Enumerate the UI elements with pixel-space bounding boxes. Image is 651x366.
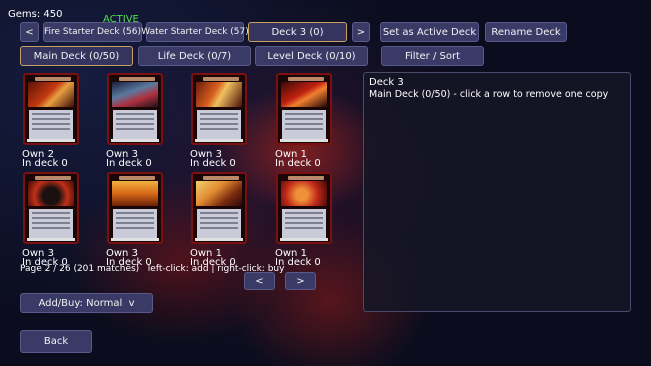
card-name-bar: [203, 176, 239, 180]
card-text-box: [282, 110, 326, 140]
card-art: [28, 82, 74, 107]
card-footer: [111, 238, 159, 241]
card-art: [196, 181, 242, 206]
deck-prev-button[interactable]: <: [20, 22, 39, 42]
card-slot-4[interactable]: [276, 73, 332, 145]
card-footer: [195, 238, 243, 241]
card-slot-1[interactable]: [23, 73, 79, 145]
card-in-deck-count: In deck 0: [275, 158, 321, 169]
card-footer: [27, 238, 75, 241]
gems-counter: Gems: 450: [8, 9, 63, 20]
card-art: [112, 82, 158, 107]
card-footer: [280, 238, 328, 241]
card-name-bar: [203, 77, 239, 81]
card-footer: [195, 139, 243, 142]
deck-next-button[interactable]: >: [352, 22, 370, 42]
card-name-bar: [288, 176, 324, 180]
deck-tab-water-starter[interactable]: Water Starter Deck (57): [141, 22, 249, 42]
back-button[interactable]: Back: [20, 330, 92, 353]
card-footer: [280, 139, 328, 142]
card-text-box: [282, 209, 326, 239]
set-active-deck-button[interactable]: Set as Active Deck: [380, 22, 479, 42]
deck-contents-panel[interactable]: Deck 3 Main Deck (0/50) - click a row to…: [363, 72, 631, 312]
card-text-box: [113, 110, 157, 140]
card-slot-5[interactable]: [23, 172, 79, 244]
card-name-bar: [35, 176, 71, 180]
card-name-bar: [119, 176, 155, 180]
card-slot-2[interactable]: [107, 73, 163, 145]
page-next-button[interactable]: >: [285, 272, 316, 290]
deck-tab-fire-starter[interactable]: Fire Starter Deck (56): [43, 22, 142, 42]
rename-deck-button[interactable]: Rename Deck: [485, 22, 567, 42]
card-name-bar: [288, 77, 324, 81]
card-art: [281, 82, 327, 107]
card-name-bar: [35, 77, 71, 81]
tab-level-deck[interactable]: Level Deck (0/10): [255, 46, 368, 66]
filter-sort-button[interactable]: Filter / Sort: [381, 46, 484, 66]
page-prev-button[interactable]: <: [244, 272, 275, 290]
deck-panel-subtitle: Main Deck (0/50) - click a row to remove…: [369, 89, 609, 100]
card-name-bar: [119, 77, 155, 81]
card-in-deck-count: In deck 0: [190, 158, 236, 169]
tab-main-deck[interactable]: Main Deck (0/50): [20, 46, 133, 66]
card-footer: [111, 139, 159, 142]
card-art: [196, 82, 242, 107]
deck-tab-deck-3[interactable]: Deck 3 (0): [248, 22, 347, 42]
card-footer: [27, 139, 75, 142]
card-text-box: [29, 209, 73, 239]
card-art: [281, 181, 327, 206]
card-text-box: [113, 209, 157, 239]
card-slot-6[interactable]: [107, 172, 163, 244]
card-text-box: [197, 209, 241, 239]
card-slot-7[interactable]: [191, 172, 247, 244]
deck-panel-title: Deck 3: [369, 77, 404, 88]
card-slot-8[interactable]: [276, 172, 332, 244]
tab-life-deck[interactable]: Life Deck (0/7): [138, 46, 251, 66]
card-art: [112, 181, 158, 206]
card-text-box: [29, 110, 73, 140]
card-in-deck-count: In deck 0: [22, 158, 68, 169]
card-in-deck-count: In deck 0: [106, 158, 152, 169]
card-text-box: [197, 110, 241, 140]
add-buy-mode-dropdown[interactable]: Add/Buy: Normal v: [20, 293, 153, 313]
card-art: [28, 181, 74, 206]
card-slot-3[interactable]: [191, 73, 247, 145]
